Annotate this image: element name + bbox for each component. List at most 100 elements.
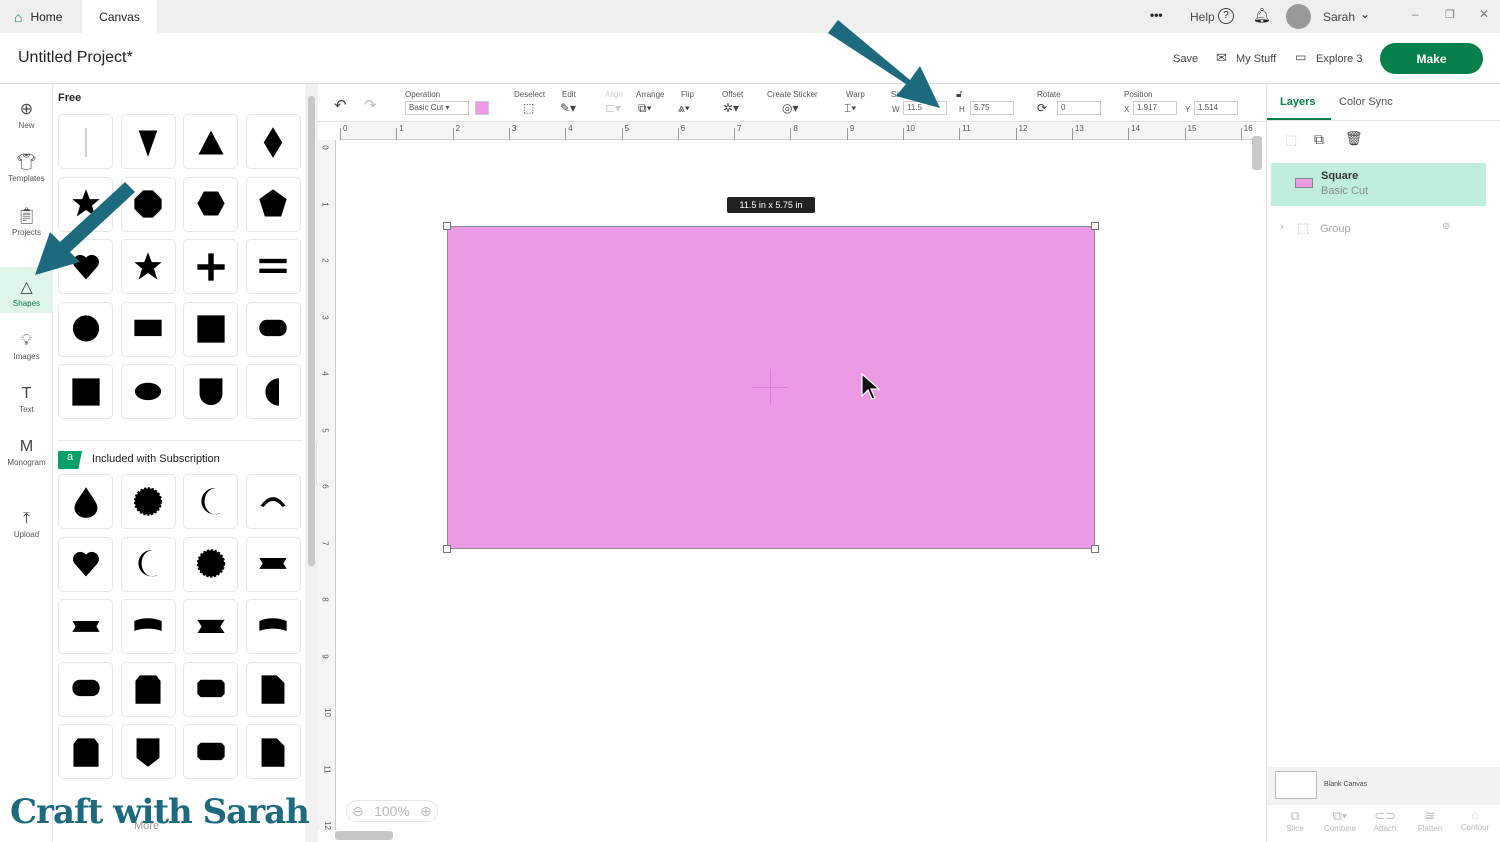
my-stuff-button[interactable]: My Stuff: [1236, 53, 1276, 65]
minimize-icon[interactable]: –: [1412, 7, 1419, 21]
combine-button[interactable]: ⧉▾ Combine: [1320, 808, 1360, 833]
help-icon[interactable]: ?: [1218, 8, 1234, 24]
shape-plus[interactable]: [183, 239, 238, 294]
zoom-in-icon[interactable]: ⊕: [420, 803, 432, 820]
nav-projects[interactable]: 📋︎ Projects: [0, 206, 53, 237]
duplicate-icon[interactable]: ⧉: [1314, 131, 1324, 148]
shape-shield[interactable]: [183, 364, 238, 419]
shape-diamond[interactable]: [245, 114, 301, 169]
nav-text[interactable]: T Text: [0, 385, 53, 414]
tab-layers[interactable]: Layers: [1280, 96, 1315, 108]
shape-moon[interactable]: [183, 474, 238, 529]
shape-star[interactable]: [120, 239, 176, 294]
machine-select[interactable]: Explore 3: [1316, 53, 1362, 65]
shape-wavy-banner[interactable]: [120, 599, 176, 654]
close-icon[interactable]: ✕: [1479, 7, 1489, 21]
shape-heart[interactable]: [58, 239, 113, 294]
layer-item-square[interactable]: Square Basic Cut: [1271, 163, 1486, 206]
rotate-input[interactable]: 0: [1057, 101, 1101, 115]
offset-icon[interactable]: ✲▾: [723, 101, 739, 115]
canvas-vscroll[interactable]: [1252, 136, 1262, 170]
edit-icon[interactable]: ✎▾: [560, 101, 576, 115]
width-input[interactable]: 11.5: [903, 101, 947, 115]
shape-tab[interactable]: [245, 661, 301, 717]
shape-heart[interactable]: [58, 536, 113, 592]
nav-images[interactable]: 💡︎ Images: [0, 332, 53, 361]
shape-ribbon[interactable]: [183, 599, 238, 654]
hide-icon[interactable]: ⊘: [1442, 221, 1450, 232]
x-input[interactable]: 1.917: [1133, 101, 1177, 115]
shape-tab[interactable]: [245, 724, 301, 779]
save-button[interactable]: Save: [1173, 53, 1198, 65]
deselect-icon[interactable]: ⬚: [523, 101, 534, 115]
undo-icon[interactable]: ↶: [334, 96, 347, 114]
arrange-icon[interactable]: ⧉▾: [638, 101, 652, 116]
flip-icon[interactable]: ⩓▾: [678, 101, 690, 116]
nav-upload[interactable]: ⤒ Upload: [0, 510, 53, 539]
shape-pentagon[interactable]: [245, 176, 301, 232]
shape-triangle-down[interactable]: [120, 114, 176, 169]
redo-icon[interactable]: ↷: [364, 96, 377, 114]
shape-hexagon[interactable]: [183, 176, 238, 232]
chevron-right-icon[interactable]: ›: [1280, 221, 1284, 233]
resize-handle-br[interactable]: [1091, 545, 1099, 553]
chevron-down-icon[interactable]: ⌄: [1360, 7, 1370, 21]
project-title[interactable]: Untitled Project*: [18, 49, 133, 67]
shape-circle[interactable]: [58, 301, 113, 357]
attach-button[interactable]: ⊂⊃ Attach: [1365, 808, 1405, 833]
tab-color-sync[interactable]: Color Sync: [1339, 96, 1393, 108]
nav-monogram[interactable]: M Monogram: [0, 438, 53, 467]
color-swatch[interactable]: [475, 101, 489, 115]
resize-handle-bl[interactable]: [443, 545, 451, 553]
shape-star[interactable]: [58, 176, 113, 232]
help-link[interactable]: Help: [1190, 10, 1215, 24]
shape-wavy-banner[interactable]: [245, 599, 301, 654]
tab-home[interactable]: ⌂ Home: [0, 0, 82, 33]
square-shape[interactable]: [447, 226, 1095, 549]
avatar[interactable]: [1286, 4, 1311, 29]
shape-square[interactable]: [183, 301, 238, 357]
shape-shield-tag[interactable]: [120, 724, 176, 779]
shape-moon[interactable]: [120, 536, 176, 592]
contour-button[interactable]: ◌ Contour: [1455, 808, 1495, 832]
sticker-icon[interactable]: ◎▾: [782, 101, 799, 115]
shape-equals[interactable]: [245, 239, 301, 294]
shape-triangle[interactable]: [183, 114, 238, 169]
layer-group[interactable]: Group: [1320, 223, 1351, 235]
shape-square[interactable]: [58, 364, 113, 419]
flatten-button[interactable]: ≋ Flatten: [1410, 808, 1450, 833]
zoom-control[interactable]: ⊖ 100% ⊕: [346, 800, 438, 822]
shape-rounded-rect[interactable]: [245, 301, 301, 357]
shape-arc[interactable]: [245, 474, 301, 529]
shape-octagon[interactable]: [120, 176, 176, 232]
slice-button[interactable]: ⧉ Slice: [1275, 808, 1315, 833]
shape-scallop-circle[interactable]: [120, 474, 176, 529]
shape-tag[interactable]: [58, 724, 113, 779]
resize-handle-tl[interactable]: [443, 222, 451, 230]
shape-banner[interactable]: [58, 599, 113, 654]
operation-select[interactable]: Basic Cut ▾: [405, 101, 469, 115]
scroll-thumb[interactable]: [308, 96, 315, 566]
shape-line[interactable]: [58, 114, 113, 169]
nav-templates[interactable]: 👕︎ Templates: [0, 152, 53, 183]
more-menu-icon[interactable]: •••: [1150, 8, 1163, 22]
shape-scallop-circle[interactable]: [183, 536, 238, 592]
user-name[interactable]: Sarah: [1323, 10, 1355, 24]
shape-tag[interactable]: [120, 661, 176, 717]
tab-canvas[interactable]: Canvas: [82, 0, 157, 33]
group-icon[interactable]: ⬚: [1285, 132, 1297, 148]
shape-rounded-rect[interactable]: [58, 661, 113, 717]
height-input[interactable]: 5.75: [970, 101, 1014, 115]
nav-shapes[interactable]: △ Shapes: [0, 267, 53, 313]
shape-label[interactable]: [183, 724, 238, 779]
resize-handle-tr[interactable]: [1091, 222, 1099, 230]
shape-banner[interactable]: [245, 536, 301, 592]
maximize-icon[interactable]: ❐: [1445, 8, 1455, 21]
make-button[interactable]: Make: [1380, 43, 1483, 74]
shape-half-circle[interactable]: [245, 364, 301, 419]
shape-drop[interactable]: [58, 474, 113, 529]
canvas-hscroll[interactable]: [335, 831, 393, 840]
zoom-out-icon[interactable]: ⊖: [352, 803, 364, 820]
nav-new[interactable]: ⊕ New: [0, 99, 53, 130]
lock-icon[interactable]: 🔓︎: [956, 89, 962, 100]
